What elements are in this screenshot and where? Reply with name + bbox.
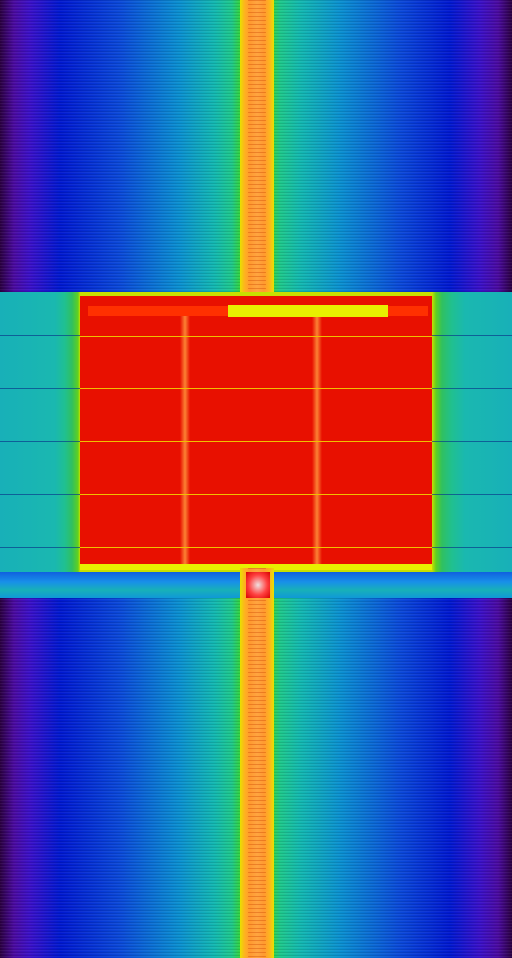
row-line [80, 441, 432, 442]
row-line [80, 494, 432, 495]
column-glow [180, 316, 190, 564]
central-stripe-lower [240, 568, 274, 958]
column-glow [312, 316, 322, 564]
spectrogram-canvas: { "image": { "kind": "false-color intens… [0, 0, 512, 958]
row-line [80, 336, 432, 337]
hot-spot [246, 572, 270, 598]
row-line [80, 388, 432, 389]
row-line [80, 547, 432, 548]
saturated-region [80, 296, 432, 568]
yellow-bar [228, 305, 388, 317]
central-stripe-upper [240, 0, 274, 292]
